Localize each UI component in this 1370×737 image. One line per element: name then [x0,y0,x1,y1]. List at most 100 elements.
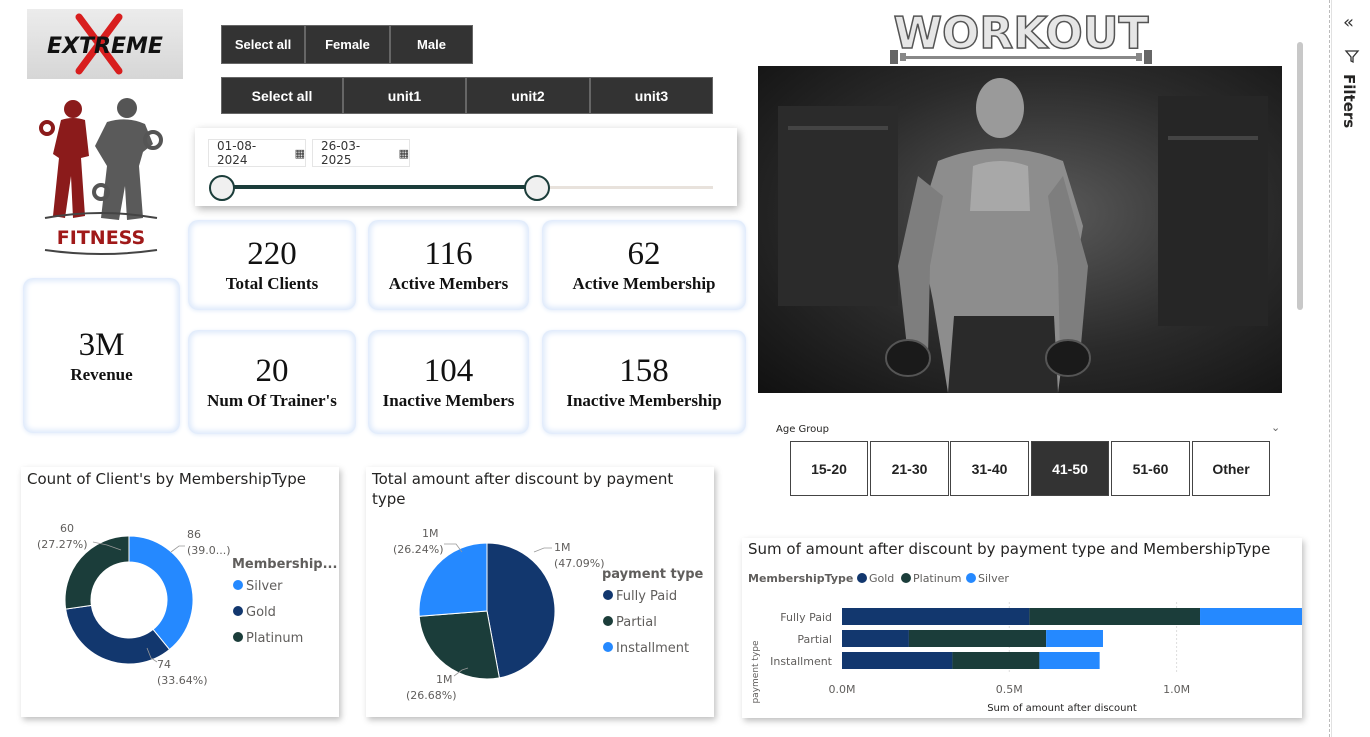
date-slider-end-handle[interactable] [523,175,550,201]
bar-x-tick: 1.0M [1163,683,1190,696]
fitness-logo-graphic: FITNESS [39,98,163,255]
donut-label-gold-pct: (33.64%) [157,674,208,687]
legend-fullypaid-marker [603,590,613,600]
calendar-icon[interactable]: ▦ [399,147,409,160]
total-clients-card: 220 Total Clients [188,220,356,310]
fitness-logo: FITNESS [35,96,167,256]
donut-label-gold-value: 74 [157,658,171,671]
filters-pane[interactable]: « Filters [1331,0,1370,737]
chevron-down-icon[interactable]: ⌄ [1271,421,1280,434]
pie-legend-title: payment type [602,567,704,582]
inactive-members-value: 104 [423,353,474,389]
legend-installment-marker [603,642,613,652]
legend-gold-marker [233,606,243,616]
pie-label-fullypaid-pct: (47.09%) [554,557,605,570]
inactive-membership-card: 158 Inactive Membership [542,330,746,434]
date-slider-start-handle[interactable] [209,175,235,201]
bar-segment-partial-silver[interactable] [1046,630,1103,647]
bar-legend-platinum[interactable]: Platinum [913,572,961,585]
age-51-60-button[interactable]: 51-60 [1111,441,1190,496]
active-members-value: 116 [424,236,473,272]
legend-silver-marker [233,580,243,590]
age-other-button[interactable]: Other [1192,441,1270,496]
bar-segment-fully-paid-platinum[interactable] [1029,608,1201,625]
bar-segment-fully-paid-silver[interactable] [1200,608,1302,625]
bar-segment-partial-platinum[interactable] [908,630,1047,647]
calendar-icon[interactable]: ▦ [295,147,305,160]
bar-y-axis-label: payment type [751,640,761,704]
donut-slice-gold[interactable] [65,604,171,665]
membership-donut-title: Count of Client's by MembershipType [27,470,307,488]
active-membership-label: Active Membership [572,274,716,293]
num-trainers-value: 20 [255,353,289,389]
donut-legend-gold[interactable]: Gold [246,605,276,620]
bar-segment-installment-gold[interactable] [842,652,953,669]
end-date-value: 26-03-2025 [321,139,361,167]
donut-label-silver-pct: (39.0...) [187,544,231,557]
bar-segment-fully-paid-gold[interactable] [842,608,1030,625]
bar-category-label: Installment [770,655,833,668]
athlete-silhouette [778,78,1268,393]
active-membership-value: 62 [627,236,661,272]
bar-legend-gold[interactable]: Gold [869,572,894,585]
unit2-button[interactable]: unit2 [466,77,590,114]
total-clients-label: Total Clients [225,274,319,293]
donut-legend-platinum[interactable]: Platinum [246,631,303,646]
unit3-button[interactable]: unit3 [590,77,713,114]
pie-slice-fully-paid[interactable] [486,542,556,679]
inactive-membership-value: 158 [619,353,669,389]
legend-platinum-marker [901,573,911,583]
extreme-logo-text: EXTREME [47,34,163,59]
num-trainers-card: 20 Num Of Trainer's [188,330,356,434]
bar-segment-installment-platinum[interactable] [952,652,1040,669]
page-scrollbar[interactable] [1297,42,1303,310]
bar-segment-partial-gold[interactable] [842,630,909,647]
pie-label-installment-pct: (26.24%) [393,543,444,556]
bar-category-label: Fully Paid [780,611,832,624]
bar-legend-silver[interactable]: Silver [978,572,1009,585]
revenue-label: Revenue [70,364,133,384]
donut-label-platinum-value: 60 [60,522,74,535]
extreme-logo: EXTREME [27,9,183,79]
workout-title: WORKOUT [893,8,1148,59]
unit-select-all-button[interactable]: Select all [221,77,343,114]
pie-legend-installment[interactable]: Installment [616,641,689,656]
end-date-field[interactable]: 26-03-2025 ▦ [312,139,410,167]
unit1-button[interactable]: unit1 [343,77,466,114]
pie-label-installment-value: 1M [422,527,439,540]
membership-donut-chart: 60 (27.27%) 86 (39.0...) 74 (33.64%) Mem… [37,522,337,687]
gender-select-all-button[interactable]: Select all [221,25,305,64]
pie-label-partial-pct: (26.68%) [406,689,457,702]
filters-label[interactable]: Filters [1340,74,1358,128]
bar-x-tick: 0.5M [996,683,1023,696]
age-group-title: Age Group [776,424,829,435]
age-21-30-button[interactable]: 21-30 [870,441,949,496]
legend-platinum-marker [233,632,243,642]
filter-funnel-icon [1344,48,1360,68]
gender-female-button[interactable]: Female [305,25,390,64]
report-canvas: EXTREME FITNESS Select all Female Male S… [0,0,1330,737]
pie-legend-fullypaid[interactable]: Fully Paid [616,589,677,604]
stacked-bar-chart: MembershipType Gold Platinum Silver paym… [748,572,1302,714]
pie-slice-partial[interactable] [418,610,500,680]
donut-slice-silver[interactable] [128,535,194,651]
collapse-chevrons-icon[interactable]: « [1343,12,1354,33]
age-15-20-button[interactable]: 15-20 [790,441,868,496]
bar-legend-title: MembershipType [748,572,853,585]
pie-label-partial-value: 1M [436,673,453,686]
donut-legend-silver[interactable]: Silver [246,579,283,594]
fitness-logo-text: FITNESS [57,227,145,249]
age-41-50-button[interactable]: 41-50 [1031,441,1109,496]
legend-gold-marker [857,573,867,583]
payment-pie-chart: 1M (26.24%) 1M (47.09%) 1M (26.68%) paym… [393,527,704,702]
gender-male-button[interactable]: Male [390,25,473,64]
donut-legend-title: Membership... [232,557,337,572]
age-31-40-button[interactable]: 31-40 [950,441,1029,496]
start-date-field[interactable]: 01-08-2024 ▦ [208,139,306,167]
pie-legend-partial[interactable]: Partial [616,615,657,630]
donut-label-silver-value: 86 [187,528,201,541]
total-clients-value: 220 [247,236,297,272]
bar-segment-installment-silver[interactable] [1039,652,1100,669]
num-trainers-label: Num Of Trainer's [207,391,337,410]
athlete-photo [758,66,1282,393]
